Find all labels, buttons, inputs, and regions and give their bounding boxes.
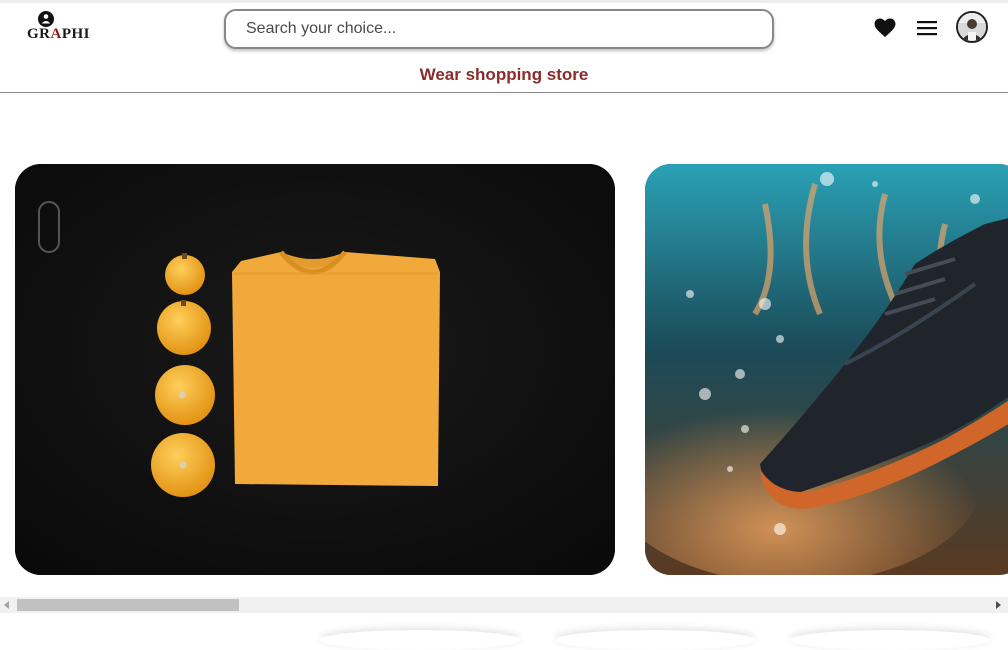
scroll-left-arrow-icon[interactable]: [4, 601, 9, 609]
search-input[interactable]: [226, 11, 766, 47]
scroll-right-arrow-icon[interactable]: [996, 601, 1001, 609]
product-carousel[interactable]: [0, 164, 1008, 575]
tshirt-image: [15, 164, 615, 575]
scrollbar-thumb[interactable]: [17, 599, 239, 611]
shoe-image: [645, 164, 1008, 575]
carousel-card-shoe[interactable]: [645, 164, 1008, 575]
logo-text-accent: A: [50, 26, 62, 42]
carousel-card-tshirt[interactable]: [15, 164, 615, 575]
next-section-card-peek: [320, 630, 520, 650]
next-section-card-peek: [555, 630, 755, 650]
next-section-card-peek: [790, 630, 990, 650]
page-subtitle: Wear shopping store: [419, 65, 589, 84]
logo-text: GRAPHI: [27, 26, 90, 43]
site-logo[interactable]: GRAPHI: [26, 11, 106, 43]
tshirt-shape: [232, 250, 440, 486]
person-icon: [38, 11, 54, 27]
search-bar: [224, 9, 774, 49]
hamburger-menu-icon[interactable]: [916, 19, 938, 37]
logo-text-end: PHI: [61, 26, 91, 42]
site-header: GRAPHI Wear shopping store: [0, 3, 1008, 93]
logo-text-main: GR: [27, 26, 51, 42]
avatar-image: [958, 13, 986, 41]
horizontal-scrollbar[interactable]: [0, 597, 1008, 613]
avatar[interactable]: [956, 11, 988, 43]
heart-icon[interactable]: [874, 18, 896, 38]
